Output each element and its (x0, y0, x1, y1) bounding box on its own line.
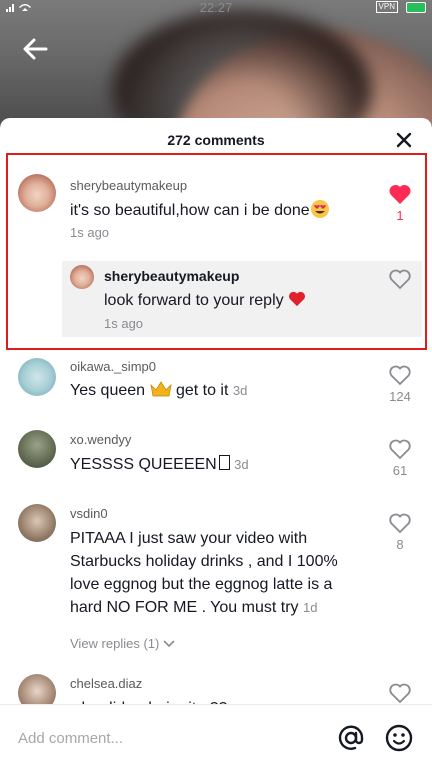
like-button[interactable]: 61 (386, 438, 414, 478)
back-arrow-icon[interactable] (20, 34, 50, 64)
comment-text: it's so beautiful,how can i be done (70, 199, 330, 222)
heart-icon (389, 513, 411, 534)
red-heart-emoji-icon (289, 291, 306, 307)
comments-sheet: 272 comments sherybeautymakeup it's so b… (0, 118, 432, 768)
comment-text-line: PITAAA I just saw your video with (70, 530, 308, 547)
like-button[interactable]: 1 (386, 183, 414, 223)
at-icon[interactable] (336, 723, 366, 753)
like-count: 124 (389, 389, 411, 404)
chevron-down-icon (163, 640, 175, 648)
comment-text-content: it's so beautiful,how can i be done (70, 202, 310, 219)
reply-text-content: look forward to your reply (104, 292, 284, 309)
avatar[interactable] (70, 265, 94, 289)
reply-username[interactable]: sherybeautymakeup (104, 268, 239, 284)
comment-text-after: get to it (175, 382, 229, 399)
reply-time: 1s ago (104, 316, 144, 331)
comment-text-line: love eggnog but the eggnog latte is a (70, 576, 333, 593)
video-background (0, 0, 432, 125)
avatar[interactable] (18, 504, 56, 542)
comment-time: 1d (302, 600, 318, 615)
view-replies-label: View replies (1) (70, 636, 160, 651)
video-hair-blur (112, 10, 372, 125)
heart-icon (389, 439, 411, 460)
heart-icon (389, 365, 411, 386)
like-count: 61 (392, 463, 408, 478)
comment-text: PITAAA I just saw your video with Starbu… (70, 527, 390, 619)
comment-text-line: hard NO FOR ME . You must try (70, 599, 299, 616)
comment-input-placeholder[interactable]: Add comment... (18, 730, 123, 747)
comments-count: 272 comments (167, 132, 265, 148)
comment-time: 3d (232, 383, 248, 398)
view-replies-button[interactable]: View replies (1) (70, 636, 175, 651)
reply-like-button[interactable] (386, 268, 414, 295)
comment-text-line-last: hard NO FOR ME . You must try 1d (70, 596, 390, 619)
heart-eyes-emoji-icon (310, 200, 329, 218)
avatar[interactable] (18, 430, 56, 468)
vpn-badge: VPN (375, 1, 398, 13)
status-bar: 22:27 VPN (0, 0, 432, 16)
reply-text: look forward to your reply (104, 289, 306, 312)
like-count: 1 (396, 208, 404, 223)
comment-username[interactable]: sherybeautymakeup (70, 178, 187, 193)
emoji-icon[interactable] (384, 723, 414, 753)
avatar[interactable] (18, 358, 56, 396)
comment-time: 3d (234, 457, 249, 472)
comment-text-content: YESSSS QUEEEEN (70, 456, 217, 473)
comment-time: 1s ago (70, 225, 110, 240)
like-button[interactable]: 8 (386, 512, 414, 552)
like-button[interactable]: 124 (386, 364, 414, 404)
status-time: 22:27 (199, 0, 233, 15)
comment-text: Yes queen get to it 3d (70, 379, 247, 402)
comment-text: YESSSS QUEEEEN 3d (70, 453, 249, 476)
comment-username[interactable]: chelsea.diaz (70, 676, 142, 691)
comment-text-line: Starbucks holiday drinks , and I 100% (70, 553, 338, 570)
comment-username[interactable]: oikawa._simp0 (70, 359, 156, 374)
crown-emoji-icon (149, 381, 172, 397)
comment-text-content: Yes queen (70, 382, 146, 399)
comment-username[interactable]: xo.wendyy (70, 432, 131, 447)
comment-username[interactable]: vsdin0 (70, 506, 108, 521)
close-icon[interactable] (394, 130, 414, 150)
avatar[interactable] (18, 174, 56, 212)
heart-icon (389, 269, 411, 290)
unknown-glyph (218, 455, 230, 470)
comment-input-bar[interactable]: Add comment... (0, 704, 432, 769)
like-count: 8 (396, 537, 404, 552)
battery-icon (406, 2, 426, 13)
heart-icon (389, 683, 411, 704)
reply-item[interactable]: sherybeautymakeup look forward to your r… (62, 261, 422, 337)
heart-icon (389, 184, 411, 204)
